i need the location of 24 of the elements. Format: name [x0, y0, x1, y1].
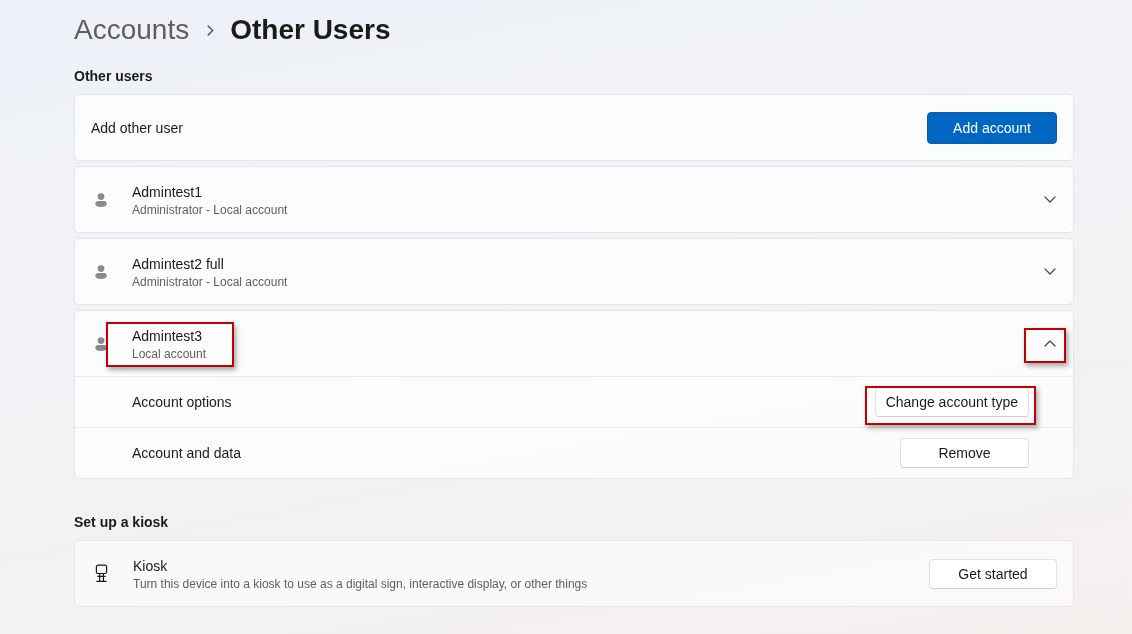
account-type-text: Local account	[132, 345, 207, 362]
get-started-button[interactable]: Get started	[929, 558, 1057, 589]
account-type-text: Administrator - Local account	[132, 273, 288, 290]
breadcrumb-link[interactable]: Accounts	[74, 14, 190, 46]
person-icon	[95, 192, 107, 207]
user-name: Admintest3	[132, 326, 204, 346]
account-type-text: Administrator - Local account	[132, 201, 288, 218]
setting-label: Add other user	[91, 119, 183, 136]
user-name: Admintest1	[132, 182, 204, 202]
chevron-right-icon	[207, 24, 215, 36]
user-name: Admintest2 full	[132, 254, 225, 274]
kiosk-description: Turn this device into a kiosk to use as a digital sign, interactive display, or other things	[133, 575, 588, 592]
kiosk-title: Kiosk	[133, 556, 169, 576]
person-icon	[95, 264, 107, 279]
add-account-button[interactable]: Add account	[927, 111, 1057, 144]
section-heading: Other users	[74, 67, 154, 86]
option-label: Account options	[132, 394, 232, 410]
kiosk-icon	[95, 564, 108, 583]
action-button[interactable]: Remove	[900, 438, 1029, 468]
action-button[interactable]: Change account type	[874, 387, 1029, 417]
section-heading: Set up a kiosk	[74, 513, 170, 532]
page-title: Other Users	[230, 14, 391, 46]
option-label: Account and data	[132, 445, 241, 461]
person-icon	[95, 336, 107, 351]
